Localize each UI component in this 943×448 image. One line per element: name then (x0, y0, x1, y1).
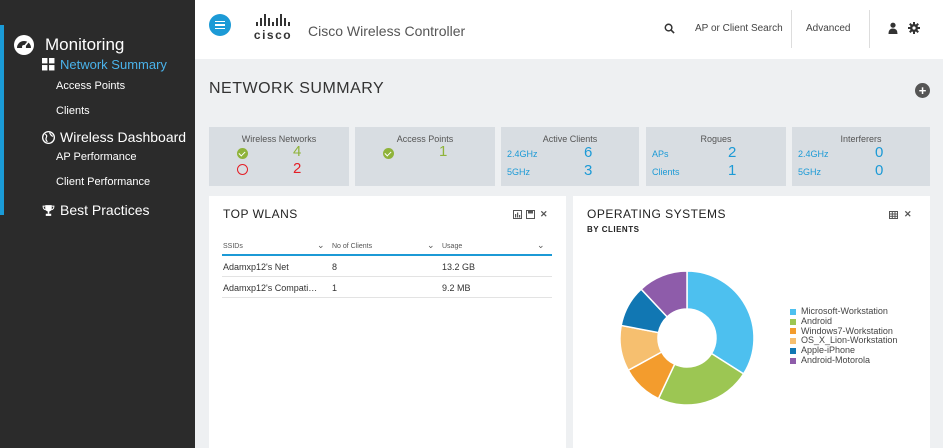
cisco-logo-bars (247, 12, 299, 26)
chevron-down-icon[interactable]: ⌄ (537, 240, 545, 251)
wireless-networks-disabled-count: 2 (293, 160, 302, 177)
tile-rogues[interactable]: Rogues APs 2 Clients 1 (646, 127, 786, 186)
sidebar-item-network-summary[interactable]: Network Summary (42, 57, 167, 72)
legend-swatch (790, 348, 796, 355)
advanced-button[interactable]: Advanced (806, 23, 850, 34)
chevron-down-icon[interactable]: ⌄ (427, 240, 435, 251)
legend-swatch (790, 328, 796, 335)
user-icon[interactable] (887, 22, 899, 34)
sidebar-heading-label: Monitoring (45, 35, 125, 54)
column-header-usage[interactable]: Usage (442, 243, 462, 250)
save-icon[interactable] (526, 210, 535, 219)
menu-icon-line (215, 20, 225, 23)
table-icon[interactable] (889, 211, 898, 219)
interferers-24ghz-count: 0 (875, 144, 884, 161)
active-clients-24ghz-count: 6 (584, 144, 593, 161)
os-donut-chart (619, 270, 755, 406)
check-circle-icon (237, 148, 248, 159)
close-icon[interactable]: ✕ (540, 209, 548, 220)
gear-icon[interactable] (908, 22, 920, 34)
legend-label: Android-Motorola (801, 354, 871, 365)
ap-client-search-button[interactable]: AP or Client Search (695, 23, 783, 34)
sidebar-item-label: Best Practices (60, 202, 150, 218)
top-wlans-panel (209, 196, 566, 448)
sidebar-active-indicator (0, 25, 4, 215)
sidebar-item-wireless-dashboard[interactable]: Wireless Dashboard (42, 129, 186, 145)
tile-access-points[interactable]: Access Points 1 (355, 127, 495, 186)
tile-title: Rogues (700, 134, 732, 144)
cell-clients: 8 (332, 262, 338, 272)
close-icon[interactable]: ✕ (904, 209, 912, 220)
tile-title: Active Clients (542, 134, 598, 144)
menu-toggle-button[interactable] (209, 14, 231, 36)
tile-title: Wireless Networks (241, 134, 317, 144)
band-label: 5GHz (798, 167, 822, 177)
grid-icon (42, 58, 55, 71)
check-circle-icon (383, 148, 394, 159)
menu-icon-line (215, 27, 225, 30)
search-icon[interactable] (664, 23, 675, 34)
sidebar-item-access-points[interactable]: Access Points (56, 80, 125, 92)
active-clients-5ghz-count: 3 (584, 162, 593, 179)
topbar-divider (791, 10, 792, 48)
legend-swatch (790, 338, 796, 345)
sidebar-item-ap-performance[interactable]: AP Performance (56, 151, 137, 163)
add-widget-button[interactable]: + (915, 83, 930, 98)
app-title: Cisco Wireless Controller (308, 23, 466, 39)
rogue-clients-count: 1 (728, 162, 737, 179)
globe-icon (42, 130, 55, 144)
band-label: 5GHz (507, 167, 531, 177)
tile-active-clients[interactable]: Active Clients 2.4GHz 6 5GHz 3 (501, 127, 639, 186)
tile-interferers[interactable]: Interferers 2.4GHz 0 5GHz 0 (792, 127, 930, 186)
band-label: 2.4GHz (507, 149, 538, 159)
dashboard-icon (14, 35, 34, 55)
rogue-aps-count: 2 (728, 144, 737, 161)
interferers-5ghz-count: 0 (875, 162, 884, 179)
trophy-icon (42, 204, 55, 216)
sidebar-heading-monitoring[interactable]: Monitoring (13, 34, 124, 56)
cell-usage: 9.2 MB (442, 283, 471, 293)
cell-ssid: Adamxp12's Net (223, 262, 289, 272)
legend-swatch (790, 357, 796, 364)
tile-wireless-networks[interactable]: Wireless Networks 4 2 (209, 127, 349, 186)
operating-systems-title: OPERATING SYSTEMS (587, 207, 726, 221)
tile-title: Access Points (396, 134, 454, 144)
wireless-networks-enabled-count: 4 (293, 143, 302, 160)
sidebar-item-label: Network Summary (60, 57, 167, 72)
sidebar: Monitoring Network Summary Access Points… (0, 0, 195, 448)
cisco-logo-text: cisco (253, 28, 293, 42)
cisco-logo: cisco (247, 12, 299, 42)
top-wlans-title: TOP WLANS (223, 207, 298, 221)
table-row[interactable]: Adamxp12's Net 8 13.2 GB (222, 256, 552, 277)
cell-usage: 13.2 GB (442, 262, 476, 272)
rogues-clients-label: Clients (652, 167, 680, 177)
cell-ssid: Adamxp12's Compati… (223, 283, 318, 293)
sidebar-item-best-practices[interactable]: Best Practices (42, 202, 149, 218)
band-label: 2.4GHz (798, 149, 829, 159)
topbar-divider (869, 10, 870, 48)
table-row[interactable]: Adamxp12's Compati… 1 9.2 MB (222, 277, 552, 298)
sidebar-item-client-performance[interactable]: Client Performance (56, 176, 150, 188)
menu-icon-line (215, 24, 225, 26)
tile-title: Interferers (840, 134, 882, 144)
chevron-down-icon[interactable]: ⌄ (317, 240, 325, 251)
legend-swatch (790, 308, 796, 315)
rogues-aps-label: APs (652, 149, 669, 159)
chart-legend: Microsoft-Workstation Android Windows7-Wor… (790, 306, 897, 366)
access-points-count: 1 (439, 143, 448, 160)
chart-icon[interactable] (513, 210, 522, 219)
legend-item[interactable]: Android-Motorola (790, 354, 897, 366)
operating-systems-subtitle: BY CLIENTS (587, 225, 640, 234)
plus-icon: + (918, 83, 927, 98)
legend-swatch (790, 318, 796, 325)
top-bar: cisco Cisco Wireless Controller AP or Cl… (195, 0, 943, 59)
column-header-ssids[interactable]: SSIDs (223, 243, 243, 250)
circle-outline-icon (237, 164, 248, 175)
sidebar-item-label: Wireless Dashboard (60, 129, 187, 145)
cell-clients: 1 (332, 283, 338, 293)
column-header-clients[interactable]: No of Clients (332, 243, 372, 250)
page-title: NETWORK SUMMARY (209, 80, 385, 97)
sidebar-item-clients[interactable]: Clients (56, 105, 90, 117)
